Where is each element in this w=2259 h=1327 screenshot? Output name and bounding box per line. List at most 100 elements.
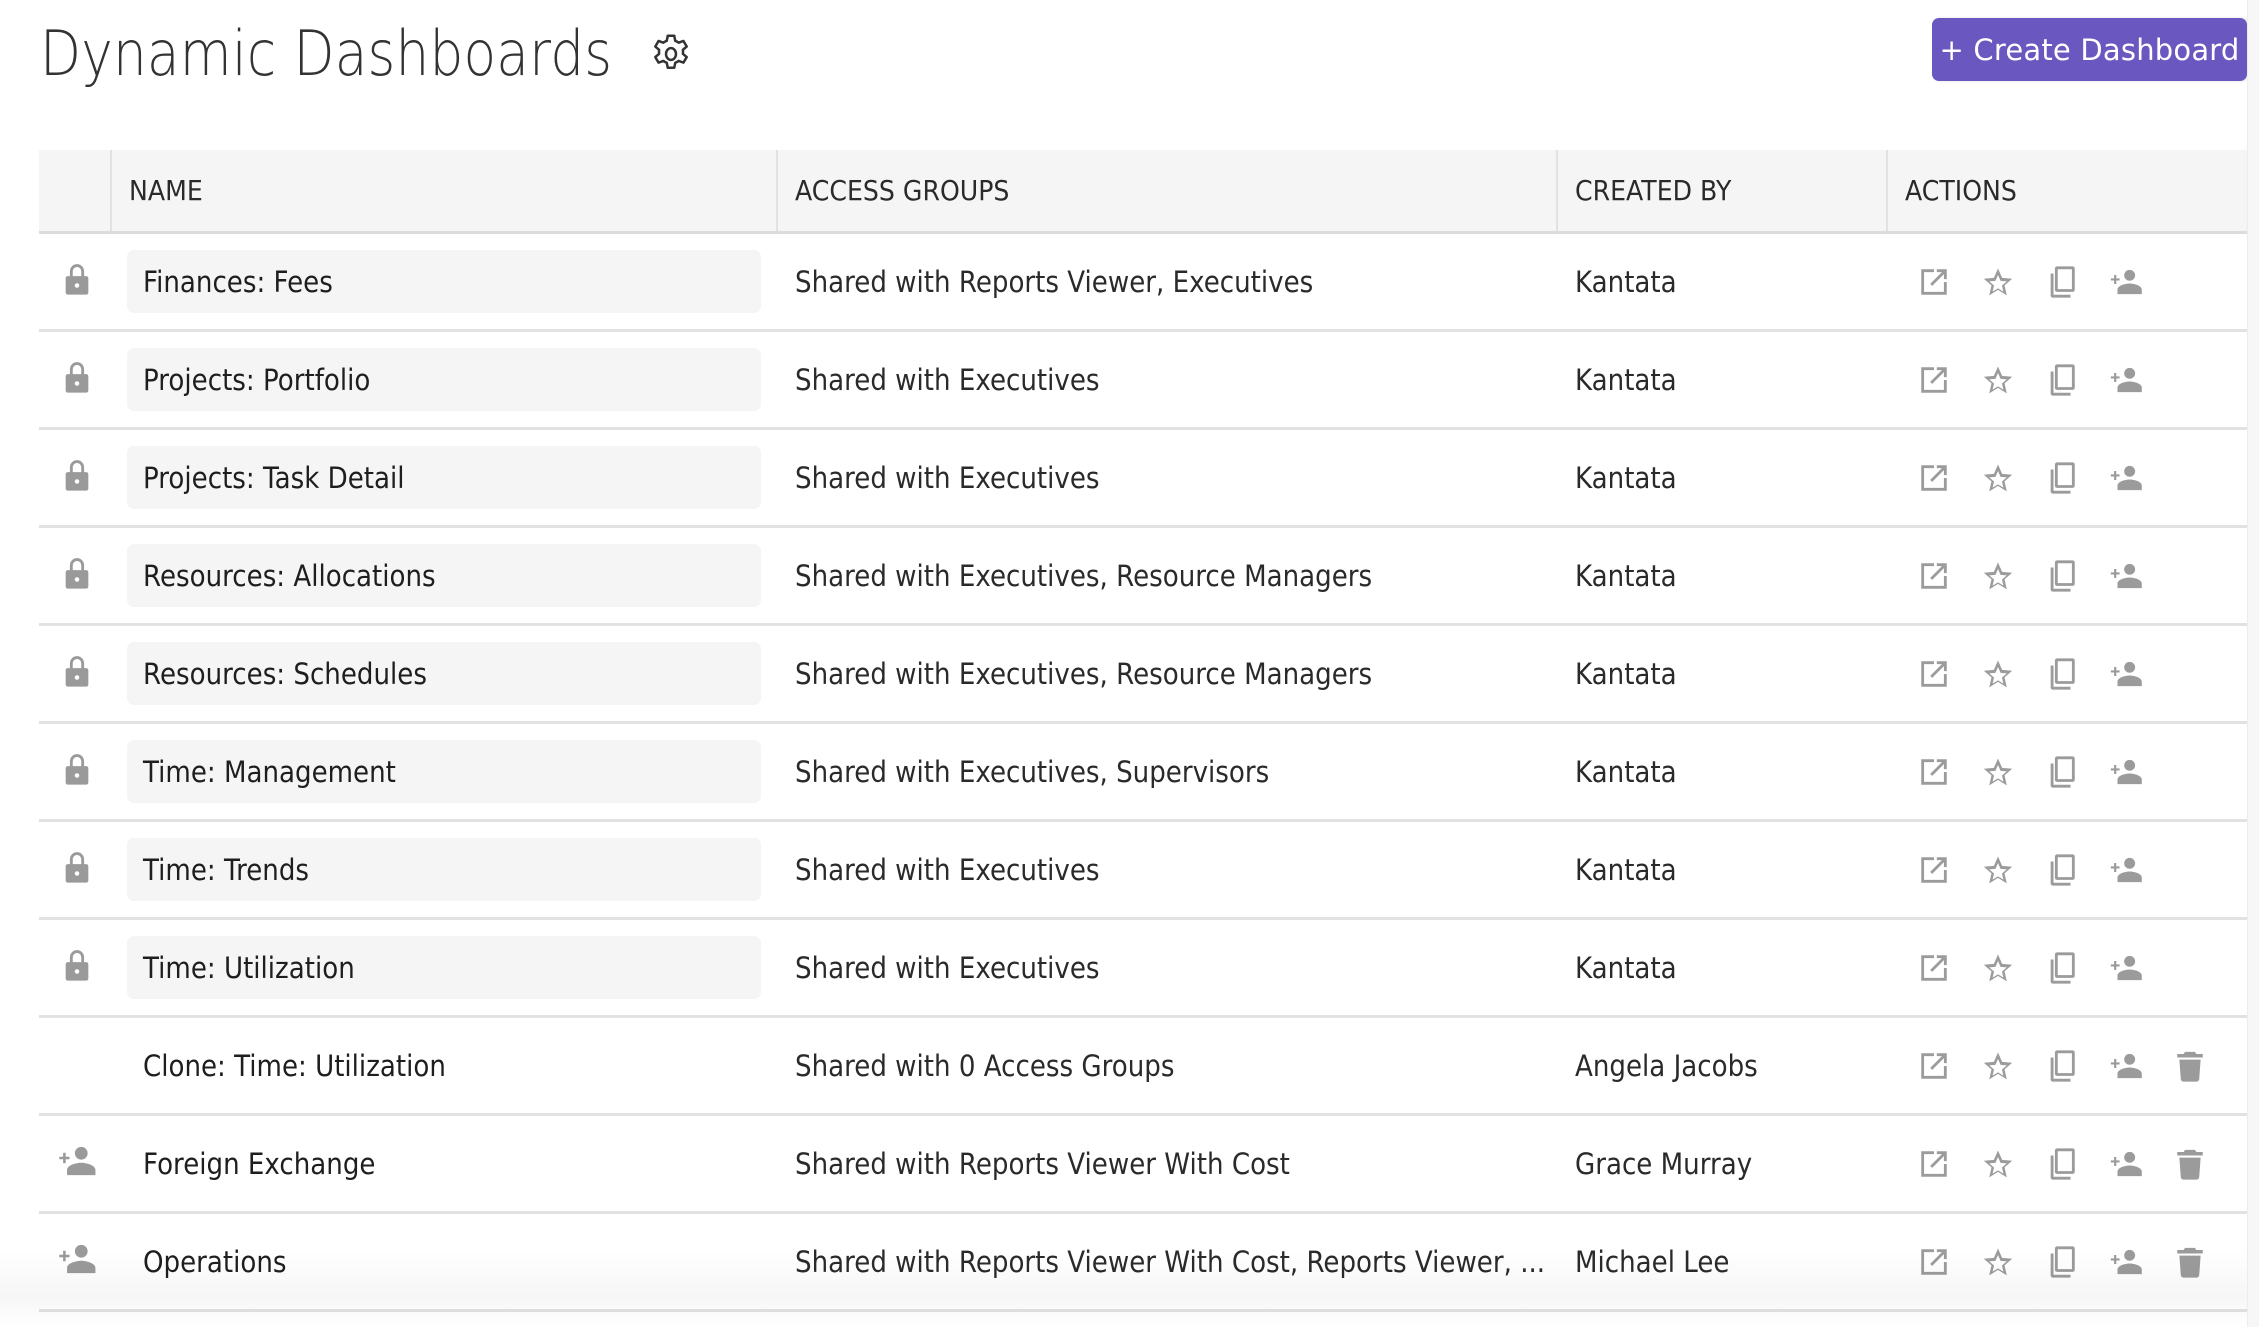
- person-add-icon[interactable]: [2109, 850, 2173, 890]
- dashboard-name[interactable]: Operations: [127, 1230, 761, 1293]
- lock-icon: [62, 752, 92, 791]
- access-groups-cell: Shared with Executives: [795, 460, 1100, 495]
- name-cell: Resources: Schedules: [110, 626, 776, 721]
- table-row[interactable]: Time: Utilization Shared with Executives K…: [39, 920, 2247, 1018]
- trash-icon[interactable]: [2173, 1242, 2237, 1282]
- table-row[interactable]: Projects: Task Detail Shared with Executi…: [39, 430, 2247, 528]
- page-title: Dynamic Dashboards: [40, 17, 613, 90]
- trash-icon[interactable]: [2173, 1046, 2237, 1086]
- copy-icon[interactable]: [2045, 458, 2109, 498]
- status-cell: [39, 1018, 110, 1113]
- person-add-icon[interactable]: [2109, 458, 2173, 498]
- star-icon[interactable]: [1981, 1242, 2045, 1282]
- dashboard-name[interactable]: Finances: Fees: [127, 250, 761, 313]
- actions-cell: [1886, 724, 2247, 819]
- lock-icon: [62, 850, 92, 889]
- copy-icon[interactable]: [2045, 1144, 2109, 1184]
- star-icon[interactable]: [1981, 458, 2045, 498]
- open-external-icon[interactable]: [1917, 850, 1981, 890]
- copy-icon[interactable]: [2045, 262, 2109, 302]
- status-cell: [39, 234, 110, 329]
- copy-icon[interactable]: [2045, 850, 2109, 890]
- table-row[interactable]: Operations Shared with Reports Viewer Wit…: [39, 1214, 2247, 1312]
- copy-icon[interactable]: [2045, 556, 2109, 596]
- table-row[interactable]: Foreign Exchange Shared with Reports View…: [39, 1116, 2247, 1214]
- dashboard-name[interactable]: Projects: Task Detail: [127, 446, 761, 509]
- copy-icon[interactable]: [2045, 360, 2109, 400]
- star-icon[interactable]: [1981, 360, 2045, 400]
- person-add-icon[interactable]: [2109, 360, 2173, 400]
- star-icon[interactable]: [1981, 1144, 2045, 1184]
- dashboard-name[interactable]: Resources: Allocations: [127, 544, 761, 607]
- access-groups-cell: Shared with Reports Viewer With Cost: [795, 1146, 1290, 1181]
- create-dashboard-button[interactable]: + Create Dashboard: [1932, 18, 2247, 81]
- copy-icon[interactable]: [2045, 1046, 2109, 1086]
- table-row[interactable]: Clone: Time: Utilization Shared with 0 Ac…: [39, 1018, 2247, 1116]
- open-external-icon[interactable]: [1917, 556, 1981, 596]
- status-cell: [39, 1214, 110, 1309]
- open-external-icon[interactable]: [1917, 262, 1981, 302]
- star-icon[interactable]: [1981, 262, 2045, 302]
- star-icon[interactable]: [1981, 654, 2045, 694]
- copy-icon[interactable]: [2045, 948, 2109, 988]
- created-by-cell: Kantata: [1575, 656, 1677, 691]
- open-external-icon[interactable]: [1917, 1242, 1981, 1282]
- table-row[interactable]: Resources: Schedules Shared with Executiv…: [39, 626, 2247, 724]
- open-external-icon[interactable]: [1917, 752, 1981, 792]
- lock-icon: [62, 360, 92, 399]
- star-icon[interactable]: [1981, 948, 2045, 988]
- table-row[interactable]: Projects: Portfolio Shared with Executive…: [39, 332, 2247, 430]
- trash-icon[interactable]: [2173, 1144, 2237, 1184]
- status-cell: [39, 724, 110, 819]
- person-add-icon[interactable]: [2109, 654, 2173, 694]
- column-header-created-by[interactable]: CREATED BY: [1556, 150, 1886, 231]
- status-cell: [39, 822, 110, 917]
- dashboard-name[interactable]: Time: Utilization: [127, 936, 761, 999]
- dashboard-name[interactable]: Clone: Time: Utilization: [127, 1034, 761, 1097]
- copy-icon[interactable]: [2045, 654, 2109, 694]
- status-cell: [39, 332, 110, 427]
- status-cell: [39, 528, 110, 623]
- table-row[interactable]: Finances: Fees Shared with Reports Viewer…: [39, 234, 2247, 332]
- copy-icon[interactable]: [2045, 1242, 2109, 1282]
- star-icon[interactable]: [1981, 752, 2045, 792]
- dashboard-name[interactable]: Time: Management: [127, 740, 761, 803]
- gear-icon[interactable]: [648, 31, 694, 77]
- open-external-icon[interactable]: [1917, 360, 1981, 400]
- person-add-icon[interactable]: [2109, 262, 2173, 302]
- open-external-icon[interactable]: [1917, 1144, 1981, 1184]
- column-header-access-groups[interactable]: ACCESS GROUPS: [776, 150, 1556, 231]
- star-icon[interactable]: [1981, 556, 2045, 596]
- dashboards-table: NAME ACCESS GROUPS CREATED BY ACTIONS Fi…: [39, 150, 2247, 1312]
- table-row[interactable]: Resources: Allocations Shared with Execut…: [39, 528, 2247, 626]
- table-body: Finances: Fees Shared with Reports Viewer…: [39, 234, 2247, 1312]
- person-add-icon[interactable]: [2109, 1242, 2173, 1282]
- created-by-cell: Kantata: [1575, 460, 1677, 495]
- person-add-icon[interactable]: [2109, 1144, 2173, 1184]
- actions-cell: [1886, 1214, 2247, 1309]
- table-row[interactable]: Time: Management Shared with Executives, …: [39, 724, 2247, 822]
- column-header-name[interactable]: NAME: [110, 150, 776, 231]
- star-icon[interactable]: [1981, 1046, 2045, 1086]
- copy-icon[interactable]: [2045, 752, 2109, 792]
- open-external-icon[interactable]: [1917, 458, 1981, 498]
- person-add-icon[interactable]: [2109, 1046, 2173, 1086]
- star-icon[interactable]: [1981, 850, 2045, 890]
- dashboard-name[interactable]: Time: Trends: [127, 838, 761, 901]
- open-external-icon[interactable]: [1917, 1046, 1981, 1086]
- dashboard-name[interactable]: Resources: Schedules: [127, 642, 761, 705]
- created-by-cell: Michael Lee: [1575, 1244, 1730, 1279]
- person-add-icon[interactable]: [2109, 752, 2173, 792]
- actions-cell: [1886, 920, 2247, 1015]
- scrollbar[interactable]: [2247, 0, 2259, 1327]
- created-by-cell: Kantata: [1575, 754, 1677, 789]
- access-groups-cell: Shared with Reports Viewer, Executives: [795, 264, 1314, 299]
- table-row[interactable]: Time: Trends Shared with Executives Kantat…: [39, 822, 2247, 920]
- open-external-icon[interactable]: [1917, 654, 1981, 694]
- person-add-icon[interactable]: [2109, 556, 2173, 596]
- created-by-cell: Kantata: [1575, 264, 1677, 299]
- person-add-icon[interactable]: [2109, 948, 2173, 988]
- open-external-icon[interactable]: [1917, 948, 1981, 988]
- dashboard-name[interactable]: Projects: Portfolio: [127, 348, 761, 411]
- dashboard-name[interactable]: Foreign Exchange: [127, 1132, 761, 1195]
